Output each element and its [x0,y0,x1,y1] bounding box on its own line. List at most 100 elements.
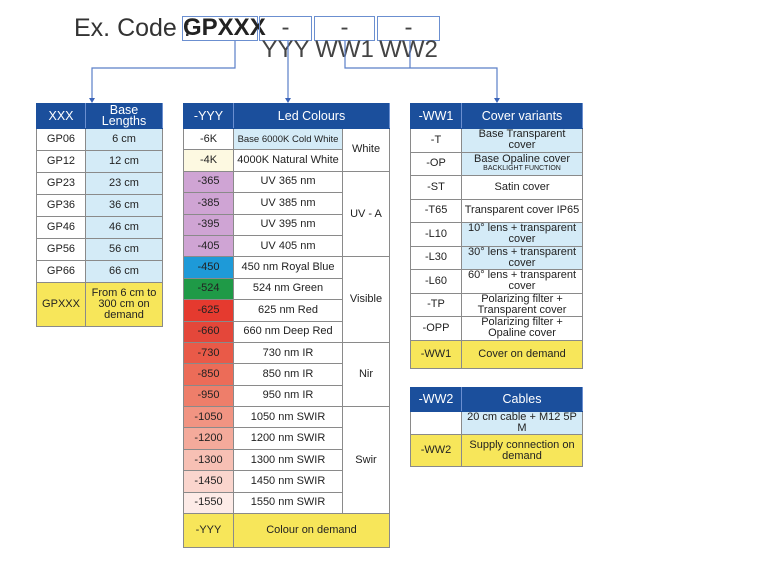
table-row: GP06 6 cm [36,128,163,151]
table-cell: -660 [183,320,234,343]
table-cell: 950 nm IR [233,384,343,408]
table-cell: -850 [183,363,234,386]
table-cell: UV 365 nm [233,170,343,194]
table-row: -L10 10° lens + transparent cover [410,222,583,247]
col-header: -WW1 [410,103,462,129]
table-cell: -ST [410,175,462,200]
table-cell: GP36 [36,194,86,217]
table-row: -L60 60° lens + transparent cover [410,269,583,294]
table-cell: 10° lens + transparent cover [461,222,583,247]
table-row: -1050 1050 nm SWIR Swir [183,406,390,515]
cables-table: -WW2 Cables 20 cm cable + M12 5P M -WW2 Sup… [410,387,583,467]
table-cell: GP06 [36,128,86,151]
table-cell: -6K [183,127,234,151]
table-cell: GP12 [36,150,86,173]
table-cell: Transparent cover IP65 [461,198,583,223]
table-cell: 46 cm [85,216,163,239]
col-header: Base Lengths [85,103,163,129]
table-cell: Visible [342,256,390,343]
cover-variants-table: -WW1 Cover variants -T Base Transparent co… [410,103,583,369]
table-row: GP36 36 cm [36,194,163,217]
table-cell: -1450 [183,470,234,493]
table-row: -365 UV 365 nm UV - A [183,170,390,258]
table-cell: UV 405 nm [233,234,343,258]
table-cell: -1050 [183,406,234,429]
table-cell: -TP [410,292,462,317]
table-cell: 36 cm [85,194,163,217]
table-row: -OP Base Opaline cover BACKLIGHT FUNCTION [410,151,583,176]
table-cell: 1450 nm SWIR [233,470,343,493]
table-cell: -450 [183,256,234,279]
table-cell: -365 [183,170,234,194]
col-header: Cover variants [461,103,583,129]
table-row: GP56 56 cm [36,238,163,261]
table-row: -WW2 Supply connection on demand [410,434,583,467]
table-cell: 30° lens + transparent cover [461,245,583,270]
table-cell: -524 [183,277,234,301]
table-cell: 23 cm [85,172,163,195]
table-cell: Nir [342,341,390,408]
table-cell: -395 [183,213,234,236]
table-cell: 1200 nm SWIR [233,427,343,450]
table-cell: -1200 [183,427,234,450]
col-header: Cables [461,387,583,412]
table-cell: Colour on demand [233,513,390,549]
table-cell: -385 [183,192,234,215]
table-row: GP66 66 cm [36,260,163,283]
table-cell: Polarizing filter + Opaline cover [461,316,583,341]
table-cell: -1300 [183,448,234,472]
table-cell: -OPP [410,316,462,341]
base-lengths-table: XXX Base Lengths GP06 6 cm GP12 12 cm GP23 23 … [36,103,163,327]
table-cell: 1550 nm SWIR [233,491,343,515]
col-header: -WW2 [410,387,462,412]
table-cell: -730 [183,341,234,365]
table-cell: 60° lens + transparent cover [461,269,583,294]
table-cell: -OP [410,151,462,176]
col-header: XXX [36,103,86,129]
table-cell: -T65 [410,198,462,223]
table-cell: UV 385 nm [233,192,343,215]
table-cell: 66 cm [85,260,163,283]
table-row: -L30 30° lens + transparent cover [410,245,583,270]
table-cell: GP23 [36,172,86,195]
table-cell: Swir [342,406,390,515]
table-cell [410,411,462,435]
table-row: -ST Satin cover [410,175,583,200]
col-header: Led Colours [233,103,390,129]
table-cell: 730 nm IR [233,341,343,365]
table-cell: -L60 [410,269,462,294]
table-cell: -405 [183,234,234,258]
table-row: GP46 46 cm [36,216,163,239]
table-cell: Supply connection on demand [461,434,583,467]
table-row: GP12 12 cm [36,150,163,173]
col-header: -YYY [183,103,234,129]
table-row: -OPP Polarizing filter + Opaline cover [410,316,583,341]
table-cell: 6 cm [85,128,163,151]
table-cell: -950 [183,384,234,408]
table-cell: 1300 nm SWIR [233,448,343,472]
table-cell: -625 [183,299,234,322]
table-cell: 56 cm [85,238,163,261]
table-cell: 660 nm Deep Red [233,320,343,343]
table-cell: -L10 [410,222,462,247]
table-cell: White [342,128,390,172]
table-cell: -T [410,128,462,153]
table-cell: 12 cm [85,150,163,173]
table-cell: Cover on demand [461,339,583,369]
table-cell: -4K [183,149,234,172]
table-cell: 850 nm IR [233,363,343,386]
table-cell: GPXXX [36,282,86,327]
table-cell: 450 nm Royal Blue [233,256,343,279]
table-cell: -L30 [410,245,462,270]
cover-name: Base Opaline cover [474,153,570,166]
table-row: -6K Base 6000K Cold White White [183,127,390,172]
table-cell: -1550 [183,491,234,515]
table-row: -TP Polarizing filter + Transparent cover [410,292,583,317]
table-row: -WW1 Cover on demand [410,339,583,369]
table-row: -450 450 nm Royal Blue Visible [183,256,390,343]
table-row: -YYY Colour on demand [183,513,390,549]
table-row: -730 730 nm IR Nir [183,341,390,408]
table-cell: Base Transparent cover [461,128,583,153]
table-cell: -WW2 [410,434,462,467]
table-cell: Base Opaline cover BACKLIGHT FUNCTION [461,151,583,176]
